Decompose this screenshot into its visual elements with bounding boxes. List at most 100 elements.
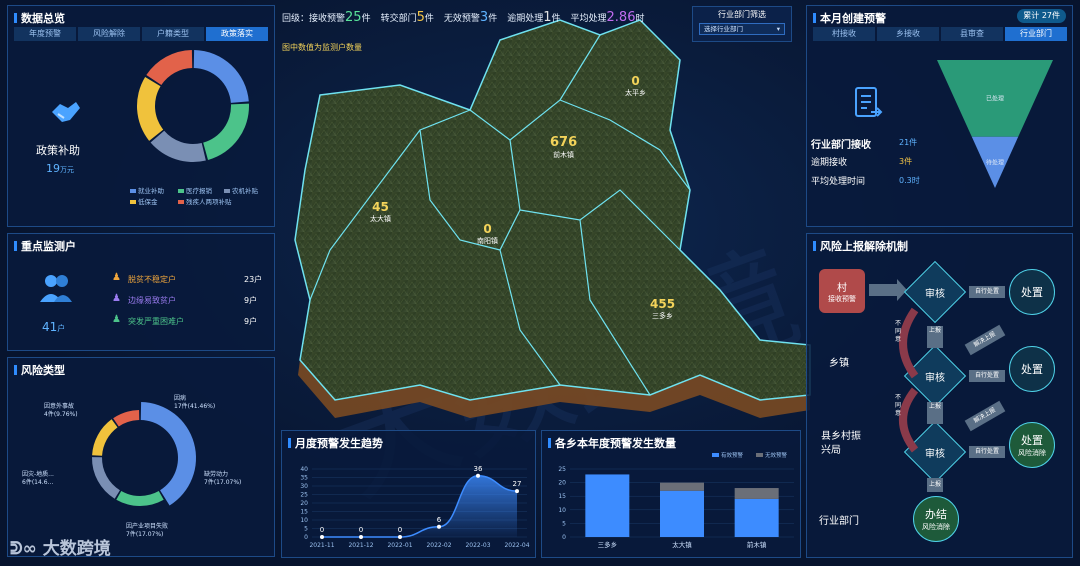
x-tick-label: 2022-02 [426, 542, 451, 549]
arrow-right-icon [869, 284, 899, 296]
legend-label: 无效预警 [765, 451, 788, 459]
region-value: 45 [372, 200, 389, 214]
handle-node[interactable]: 处置 风险消除 [1009, 422, 1055, 468]
stat-label: 逾期接收 [811, 158, 848, 168]
town-warning-panel: 各乡本年度预警发生数量 0 5 10 15 20 25 有效预警 无效预警 三多乡 太大镇 前木镇 [541, 430, 801, 558]
data-point[interactable] [359, 535, 363, 539]
legend-item[interactable]: 低保金 [130, 196, 158, 206]
monitor-row-value: 23户 [244, 275, 263, 284]
data-label: 6 [437, 516, 442, 524]
tab-village-receive[interactable]: 村接收 [813, 27, 875, 41]
donut-slice[interactable] [193, 50, 249, 103]
data-label: 0 [320, 526, 324, 534]
data-point[interactable] [437, 524, 441, 529]
region-name: 三多乡 [652, 312, 674, 320]
tab-risk-release[interactable]: 风险解除 [78, 27, 140, 41]
tab-policy[interactable]: 政策落实 [206, 27, 268, 41]
region-name: 前木镇 [553, 151, 575, 159]
donut-slice[interactable] [92, 419, 118, 456]
y-tick-label: 25 [300, 492, 308, 499]
slice-label: 缺劳动力 7件(17.07%) [204, 470, 241, 486]
x-tick-label: 三多乡 [598, 540, 618, 549]
monitor-panel: 重点监测户 41户 ♟ 脱贫不稳定户 23户 ♟ 边缘易致贫户 9户 ♟ 突发严重困难户 9户 [7, 233, 275, 351]
top-stat: 转交部门5件 [380, 10, 434, 25]
data-point[interactable] [398, 535, 402, 539]
tab-county-review[interactable]: 县审查 [941, 27, 1003, 41]
legend-item[interactable]: 医疗报销 [178, 185, 212, 195]
map-region-label[interactable]: 0 南阳镇 [477, 222, 498, 246]
policy-value: 19万元 [46, 162, 74, 175]
top-stat: 回级：接收预警25件 [282, 10, 371, 25]
x-tick-label: 2022-01 [387, 542, 412, 549]
overview-tabs: 年度预警 风险解除 户籍类型 政策落实 [14, 27, 268, 41]
dept-select[interactable]: 选择行业部门 ▾ [699, 23, 785, 35]
legend-swatch [712, 453, 719, 457]
chevron-down-icon: ▾ [776, 25, 780, 33]
monitor-row-value: 9户 [244, 317, 258, 326]
tab-annual-warning[interactable]: 年度预警 [14, 27, 76, 41]
bar[interactable] [660, 490, 704, 537]
bar[interactable] [585, 474, 630, 537]
review-label: 审核 [925, 289, 945, 300]
monthly-trend-chart: 051015202530354002021-1102021-1202022-01… [300, 465, 529, 549]
logo-icon: ᕲ∞ [10, 539, 37, 559]
map-note: 图中数值为监测户数量 [282, 43, 362, 52]
reject-label: 不同意 [895, 320, 902, 343]
donut-slice[interactable] [140, 402, 197, 506]
top-stats-bar: 回级：接收预警25件 转交部门5件 无效预警3件 逾期处理1件 平均处理2.86… [282, 10, 645, 25]
donut-slice[interactable] [113, 410, 140, 427]
y-tick-label: 40 [300, 466, 308, 473]
self-handle-arrow: 自行处置 [969, 446, 1005, 458]
bar[interactable] [734, 488, 779, 499]
funnel-chart: 已处理待处理 [937, 60, 1053, 188]
panel-title: 数据总览 [14, 10, 65, 26]
legend-item[interactable]: 农机补贴 [224, 185, 258, 195]
monitor-value: 41户 [42, 320, 66, 334]
map-region-label[interactable]: 676 前木镇 [550, 135, 577, 160]
stat-label: 平均处理时间 [811, 177, 866, 187]
report-up-arrow: 上报 [927, 402, 943, 424]
done-node[interactable]: 办结 风险消除 [913, 496, 959, 542]
tab-town-receive[interactable]: 乡接收 [877, 27, 939, 41]
data-point[interactable] [515, 489, 519, 494]
stat-label: 行业部门接收 [811, 140, 871, 151]
donut-slice[interactable] [137, 76, 164, 141]
data-point[interactable] [320, 535, 324, 539]
region-value: 0 [483, 222, 492, 236]
level-dept: 行业部门 [819, 516, 859, 527]
region-value: 0 [631, 74, 640, 88]
map-region-label[interactable]: 45 太大镇 [370, 200, 391, 224]
slice-label: 因意外事故 4件(9.76%) [44, 402, 78, 418]
tab-industry-dept[interactable]: 行业部门 [1005, 27, 1067, 41]
bar[interactable] [660, 482, 704, 491]
donut-slice[interactable] [150, 130, 206, 162]
y-tick-label: 5 [304, 526, 308, 533]
dept-filter-label: 行业部门筛选 [718, 10, 766, 19]
donut-slice[interactable] [146, 50, 193, 86]
map-region-label[interactable]: 0 太平乡 [625, 74, 646, 98]
top-stat: 平均处理2.86时 [570, 10, 645, 25]
town-warning-chart: 0 5 10 15 20 25 有效预警 无效预警三多乡 太大镇 前木镇 [558, 451, 794, 549]
data-label: 27 [513, 480, 522, 488]
donut-slice[interactable] [92, 457, 120, 499]
monitor-row-label: 边缘易致贫户 [128, 296, 176, 305]
handshake-icon [52, 102, 80, 122]
legend-item[interactable]: 残疾人两项补贴 [178, 196, 232, 206]
monitor-row-label: 突发严重困难户 [128, 317, 184, 326]
dashboard: 大数跨境 0 太平乡 676 前木镇 45 太大镇 0 南阳镇 455 三多乡 … [0, 0, 1080, 566]
y-tick-label: 0 [304, 534, 308, 541]
legend-swatch [756, 453, 763, 457]
data-label: 0 [398, 526, 402, 534]
handle-node[interactable]: 处置 [1009, 269, 1055, 315]
policy-label: 政策补助 [36, 144, 80, 157]
donut-slice[interactable] [116, 491, 164, 506]
document-icon [855, 87, 883, 117]
village-node[interactable]: 村 接收预警 [819, 269, 865, 313]
tab-household-type[interactable]: 户籍类型 [142, 27, 204, 41]
data-point[interactable] [476, 473, 480, 478]
map-region-label[interactable]: 455 三多乡 [650, 297, 675, 321]
handle-node[interactable]: 处置 [1009, 346, 1055, 392]
bar[interactable] [734, 498, 779, 537]
donut-slice[interactable] [203, 103, 249, 160]
legend-item[interactable]: 就业补助 [130, 185, 164, 195]
